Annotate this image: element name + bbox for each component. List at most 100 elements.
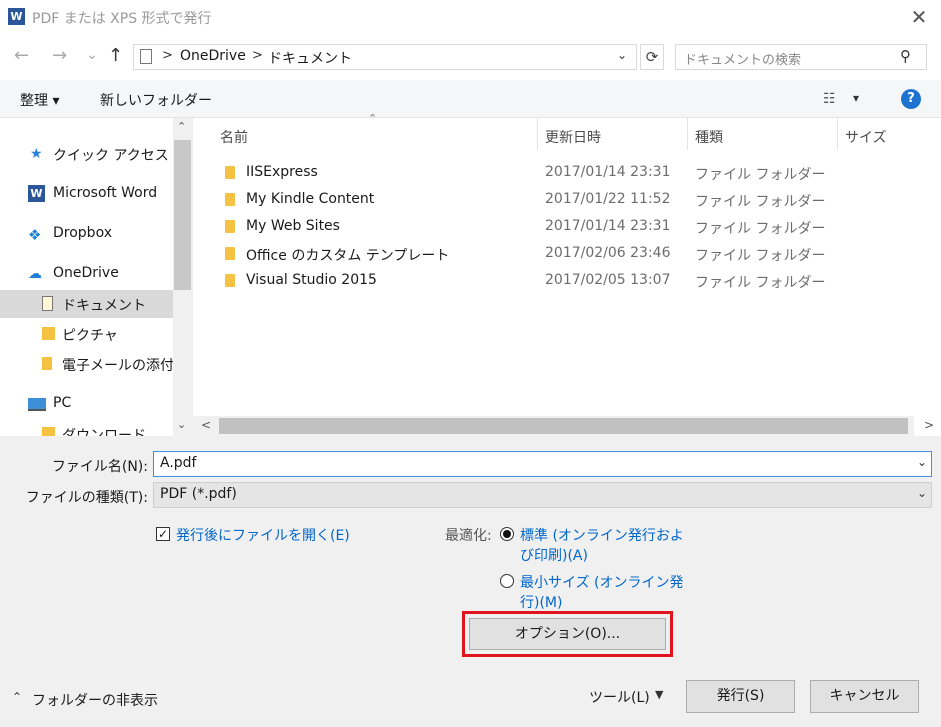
file-type: ファイル フォルダー xyxy=(695,248,826,264)
scroll-left-icon[interactable]: < xyxy=(201,418,211,432)
file-date: 2017/02/05 13:07 xyxy=(545,272,671,288)
column-header-type[interactable]: 種類 xyxy=(695,127,723,147)
file-date: 2017/01/14 23:31 xyxy=(545,218,671,234)
sidebar-item-label: PC xyxy=(53,395,72,411)
sidebar-item-microsoft-word[interactable]: W Microsoft Word xyxy=(0,180,173,208)
chevron-up-icon[interactable]: ⌃ xyxy=(12,690,22,704)
address-dropdown-icon[interactable]: ⌄ xyxy=(617,48,627,62)
chevron-down-icon[interactable]: ⌄ xyxy=(917,455,927,469)
file-name: IISExpress xyxy=(246,164,318,180)
filetype-value: PDF (*.pdf) xyxy=(160,486,237,502)
filename-field[interactable]: A.pdf ⌄ xyxy=(153,451,932,477)
column-divider xyxy=(537,118,538,150)
window-title: PDF または XPS 形式で発行 xyxy=(32,11,212,27)
horizontal-scroll-thumb[interactable] xyxy=(219,418,908,434)
file-name: Visual Studio 2015 xyxy=(246,272,377,288)
close-button[interactable]: ✕ xyxy=(905,4,933,30)
sidebar-item-downloads[interactable]: ダウンロード xyxy=(0,420,173,436)
publish-button[interactable]: 発行(S) xyxy=(686,680,795,713)
optimize-label: 最適化: xyxy=(445,528,492,544)
optimize-standard-label-line1[interactable]: 標準 (オンライン発行およ xyxy=(520,525,684,545)
breadcrumb-documents[interactable]: ドキュメント xyxy=(268,48,352,68)
search-icon[interactable]: ⚲ xyxy=(900,47,911,65)
file-name: Office のカスタム テンプレート xyxy=(246,248,450,264)
column-header-name[interactable]: 名前 xyxy=(220,127,248,147)
sidebar-item-documents[interactable]: ドキュメント xyxy=(0,290,173,318)
new-folder-button[interactable]: 新しいフォルダー xyxy=(100,90,212,110)
forward-arrow-icon[interactable]: → xyxy=(52,45,67,66)
filetype-label: ファイルの種類(T): xyxy=(25,490,148,506)
documents-location-icon xyxy=(140,49,152,64)
open-after-publish-label[interactable]: 発行後にファイルを開く(E) xyxy=(176,525,350,545)
hide-folders-toggle[interactable]: フォルダーの非表示 xyxy=(32,690,158,710)
pictures-folder-icon xyxy=(42,327,55,340)
sidebar-item-pictures[interactable]: ピクチャ xyxy=(0,320,173,348)
sidebar-item-dropbox[interactable]: ❖ Dropbox xyxy=(0,220,173,248)
column-header-date[interactable]: 更新日時 xyxy=(545,127,601,147)
table-row[interactable]: My Kindle Content 2017/01/22 11:52 ファイル … xyxy=(193,187,913,214)
sidebar-item-label: クイック アクセス xyxy=(53,148,169,164)
optimize-minimum-label-line2[interactable]: 行)(M) xyxy=(520,592,562,612)
column-header-size[interactable]: サイズ xyxy=(845,127,887,147)
table-row[interactable]: Office のカスタム テンプレート 2017/02/06 23:46 ファイ… xyxy=(193,241,913,268)
table-row[interactable]: My Web Sites 2017/01/14 23:31 ファイル フォルダー xyxy=(193,214,913,241)
breadcrumb-separator: > xyxy=(252,48,263,63)
word-app-icon: W xyxy=(8,8,25,25)
sidebar-item-label: ピクチャ xyxy=(62,328,118,344)
sidebar-item-email-attachments[interactable]: 電子メールの添付フ xyxy=(0,350,173,378)
breadcrumb-separator: > xyxy=(162,48,173,63)
file-date: 2017/01/22 11:52 xyxy=(545,191,671,207)
back-arrow-icon[interactable]: ← xyxy=(14,45,29,66)
cancel-button[interactable]: キャンセル xyxy=(810,680,919,713)
tools-dropdown-icon[interactable]: ▼ xyxy=(655,688,663,701)
downloads-folder-icon xyxy=(42,427,55,436)
file-date: 2017/01/14 23:31 xyxy=(545,164,671,180)
filename-label: ファイル名(N): xyxy=(51,459,148,475)
view-dropdown-icon[interactable]: ▾ xyxy=(853,91,859,105)
table-row[interactable]: Visual Studio 2015 2017/02/05 13:07 ファイル… xyxy=(193,268,913,295)
sidebar-item-label: Dropbox xyxy=(53,225,112,241)
file-type: ファイル フォルダー xyxy=(695,167,826,183)
sidebar-scroll-thumb[interactable] xyxy=(174,140,191,290)
up-arrow-icon[interactable]: ↑ xyxy=(108,45,123,66)
table-row[interactable]: IISExpress 2017/01/14 23:31 ファイル フォルダー xyxy=(193,160,913,187)
recent-locations-icon[interactable]: ⌄ xyxy=(86,47,98,63)
search-placeholder: ドキュメントの検索 xyxy=(684,53,802,68)
file-type: ファイル フォルダー xyxy=(695,194,826,210)
sidebar-item-onedrive[interactable]: ☁ OneDrive xyxy=(0,260,173,288)
sort-ascending-icon: ⌃ xyxy=(368,112,378,125)
scroll-down-icon[interactable]: ⌄ xyxy=(177,418,186,431)
sidebar-item-label: ドキュメント xyxy=(62,298,146,314)
filetype-select[interactable]: PDF (*.pdf) ⌄ xyxy=(153,482,932,508)
optimize-minimum-label-line1[interactable]: 最小サイズ (オンライン発 xyxy=(520,572,684,592)
computer-icon xyxy=(28,398,46,411)
sidebar-item-label: Microsoft Word xyxy=(53,185,158,201)
filename-value: A.pdf xyxy=(160,455,197,471)
options-button[interactable]: オプション(O)... xyxy=(469,618,666,650)
help-button[interactable]: ? xyxy=(901,89,921,109)
column-divider xyxy=(837,118,838,150)
sidebar-item-label: ダウンロード xyxy=(62,428,146,436)
optimize-minimum-radio[interactable] xyxy=(500,574,514,588)
open-after-publish-checkbox[interactable]: ✓ xyxy=(156,527,170,541)
view-options-icon[interactable]: ☷ xyxy=(823,91,836,107)
refresh-button[interactable]: ⟳ xyxy=(640,44,664,70)
folder-icon xyxy=(225,193,235,206)
column-divider xyxy=(687,118,688,150)
organize-button[interactable]: 整理 ▾ xyxy=(20,90,59,110)
file-date: 2017/02/06 23:46 xyxy=(545,245,671,261)
sidebar-item-pc[interactable]: PC xyxy=(0,390,173,418)
optimize-standard-radio[interactable] xyxy=(500,527,514,541)
tools-menu[interactable]: ツール(L) xyxy=(589,687,650,707)
optimize-standard-label-line2[interactable]: び印刷)(A) xyxy=(520,545,588,565)
breadcrumb-onedrive[interactable]: OneDrive xyxy=(180,48,246,64)
cloud-icon: ☁ xyxy=(28,266,42,282)
folder-icon xyxy=(225,247,235,260)
scroll-right-icon[interactable]: > xyxy=(924,418,934,432)
sidebar-item-quick-access[interactable]: ★ クイック アクセス xyxy=(0,140,173,168)
word-icon: W xyxy=(28,185,45,202)
star-icon: ★ xyxy=(30,146,43,162)
scroll-up-icon[interactable]: ⌃ xyxy=(177,120,186,133)
chevron-down-icon[interactable]: ⌄ xyxy=(917,486,927,500)
sidebar-item-label: OneDrive xyxy=(53,265,119,281)
